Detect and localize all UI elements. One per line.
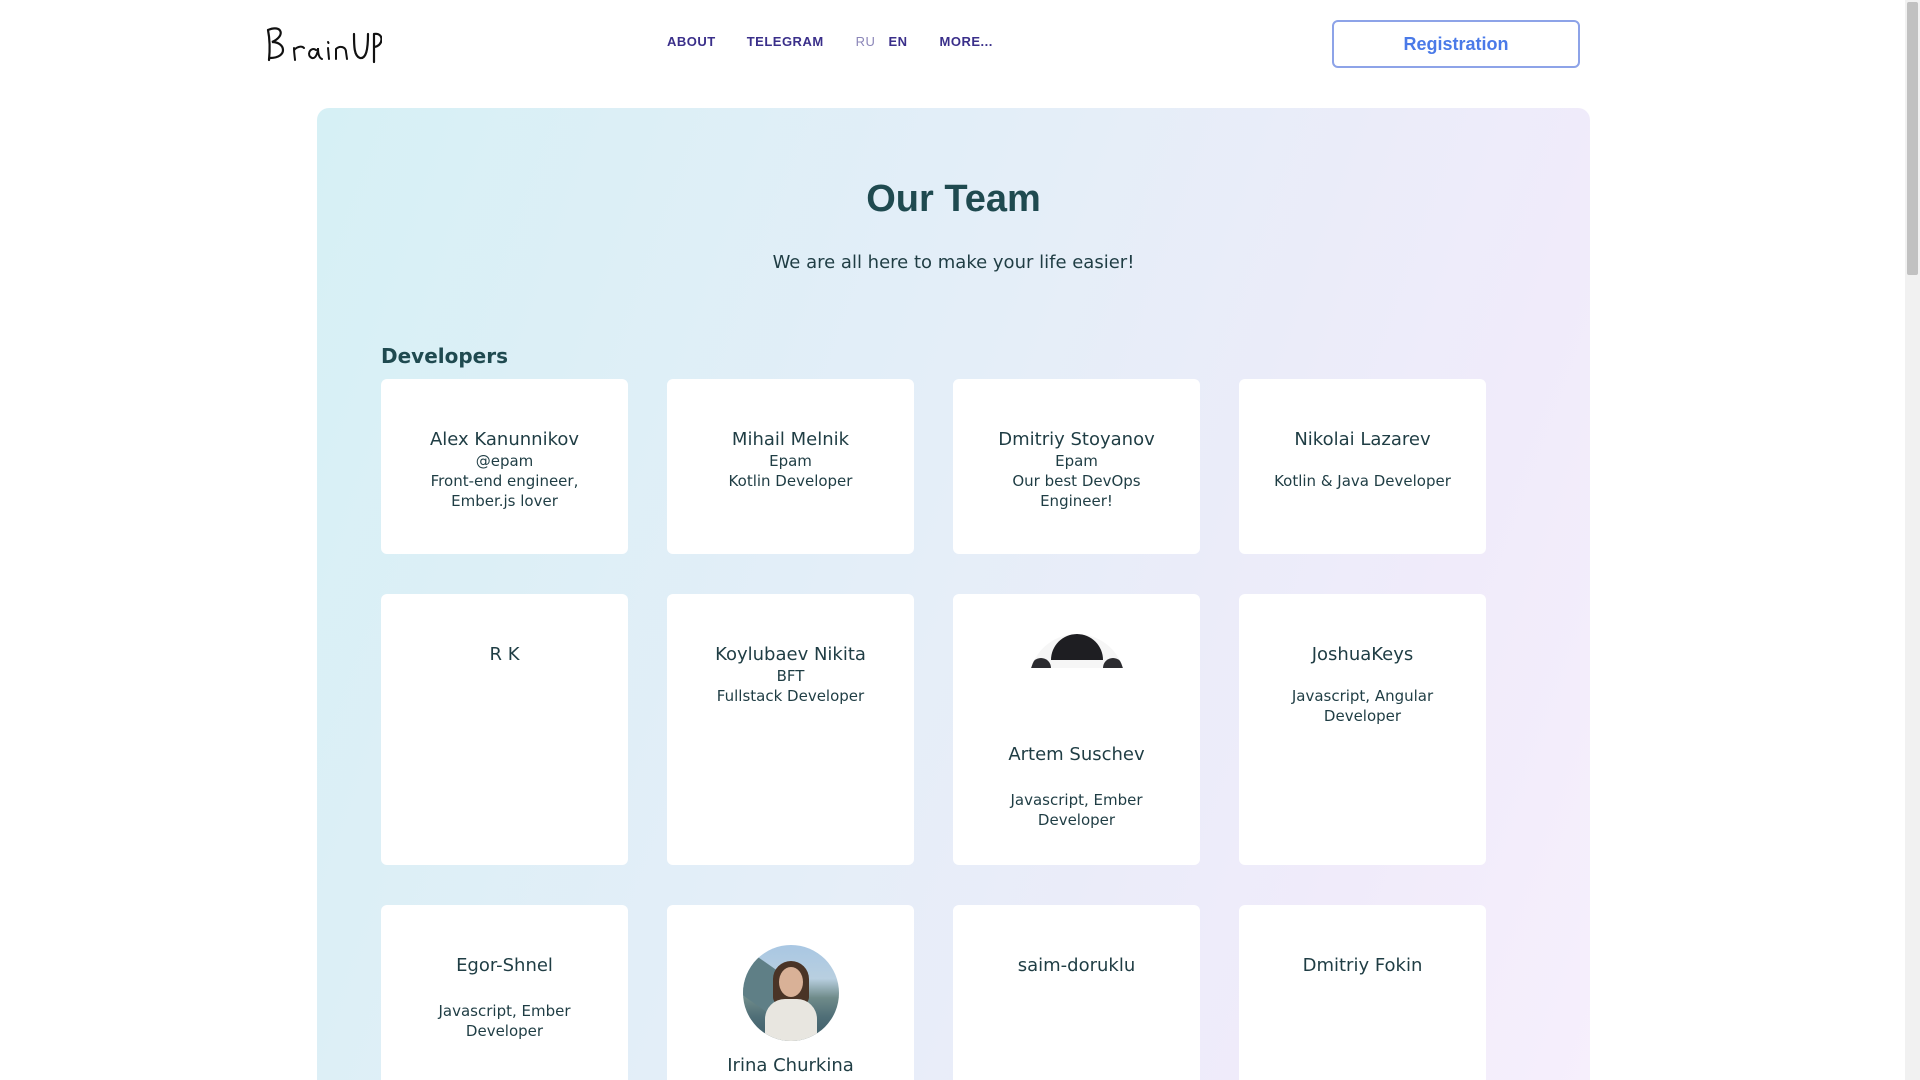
scrollbar-thumb[interactable]	[1907, 2, 1918, 275]
brainup-logo[interactable]	[262, 20, 382, 66]
lang-ru[interactable]: RU	[856, 34, 876, 49]
member-info-line: Ember.js lover	[451, 492, 558, 510]
member-info-line: Epam	[769, 452, 812, 470]
member-name: JoshuaKeys	[1311, 644, 1414, 665]
team-card: saim-doruklu	[953, 905, 1200, 1080]
member-info-line	[1239, 451, 1486, 471]
member-info-line	[381, 977, 628, 1001]
member-info-line: Developer	[465, 1022, 544, 1040]
team-card: Dmitriy Fokin	[1239, 905, 1486, 1080]
member-info-line: Epam	[1055, 452, 1098, 470]
site-header: ABOUT TELEGRAM RU EN MORE... Registratio…	[0, 0, 1905, 88]
page-subtitle: We are all here to make your life easier…	[772, 252, 1135, 273]
team-card: Artem Suschev Javascript, Ember Develope…	[953, 594, 1200, 865]
member-info-line: Javascript, Ember	[438, 1002, 571, 1020]
registration-button[interactable]: Registration	[1332, 20, 1580, 68]
nav-about[interactable]: ABOUT	[667, 34, 716, 49]
team-card: Mihail Melnik Epam Kotlin Developer	[667, 379, 914, 554]
lang-en[interactable]: EN	[888, 34, 907, 49]
member-name: Egor-Shnel	[456, 955, 553, 976]
member-name: R K	[489, 644, 520, 665]
team-panel: Our Team We are all here to make your li…	[317, 108, 1590, 1080]
member-name: Koylubaev Nikita	[715, 644, 866, 665]
team-card: Alex Kanunnikov @epam Front-end engineer…	[381, 379, 628, 554]
team-card: Koylubaev Nikita BFT Fullstack Developer	[667, 594, 914, 865]
section-title-developers: Developers	[381, 344, 509, 368]
member-info-line: Developer	[1037, 811, 1116, 829]
member-avatar	[742, 945, 839, 1041]
member-name: saim-doruklu	[1017, 955, 1136, 976]
member-info-line: Kotlin Developer	[728, 472, 853, 490]
page-title: Our Team	[866, 178, 1041, 220]
member-info-line: Developer	[1323, 707, 1402, 725]
member-info-line: Our best DevOps	[1012, 472, 1141, 490]
member-info-line: @epam	[475, 452, 534, 470]
member-info-line: Javascript, Angular	[1291, 687, 1434, 705]
member-name: Artem Suschev	[1008, 744, 1145, 765]
member-info-line: Engineer!	[1040, 492, 1113, 510]
member-name: Mihail Melnik	[731, 429, 850, 450]
team-card: R K	[381, 594, 628, 865]
member-info-line: Fullstack Developer	[716, 687, 865, 705]
team-card: Egor-Shnel Javascript, Ember Developer	[381, 905, 628, 1080]
member-info-line: Kotlin & Java Developer	[1274, 472, 1451, 490]
member-info-line	[1239, 666, 1486, 686]
team-card: Irina Churkina	[667, 905, 914, 1080]
member-name: Alex Kanunnikov	[429, 429, 580, 450]
member-info-line: Javascript, Ember	[1010, 791, 1143, 809]
member-info-line: Front-end engineer,	[430, 472, 579, 490]
member-name: Dmitriy Fokin	[1302, 955, 1423, 976]
member-name: Dmitriy Stoyanov	[998, 429, 1155, 450]
main-nav: ABOUT TELEGRAM RU EN MORE...	[667, 34, 993, 49]
team-card: Dmitriy Stoyanov Epam Our best DevOps En…	[953, 379, 1200, 554]
member-name: Irina Churkina	[727, 1055, 854, 1076]
page-scrollbar[interactable]	[1905, 0, 1920, 1080]
team-card: JoshuaKeys Javascript, Angular Developer	[1239, 594, 1486, 865]
nav-telegram[interactable]: TELEGRAM	[747, 34, 824, 49]
team-card: Nikolai Lazarev Kotlin & Java Developer	[1239, 379, 1486, 554]
member-info-line	[953, 766, 1200, 790]
member-name: Nikolai Lazarev	[1294, 429, 1431, 450]
nav-more[interactable]: MORE...	[940, 34, 993, 49]
member-avatar	[1028, 634, 1125, 730]
member-info-line: BFT	[776, 667, 805, 685]
